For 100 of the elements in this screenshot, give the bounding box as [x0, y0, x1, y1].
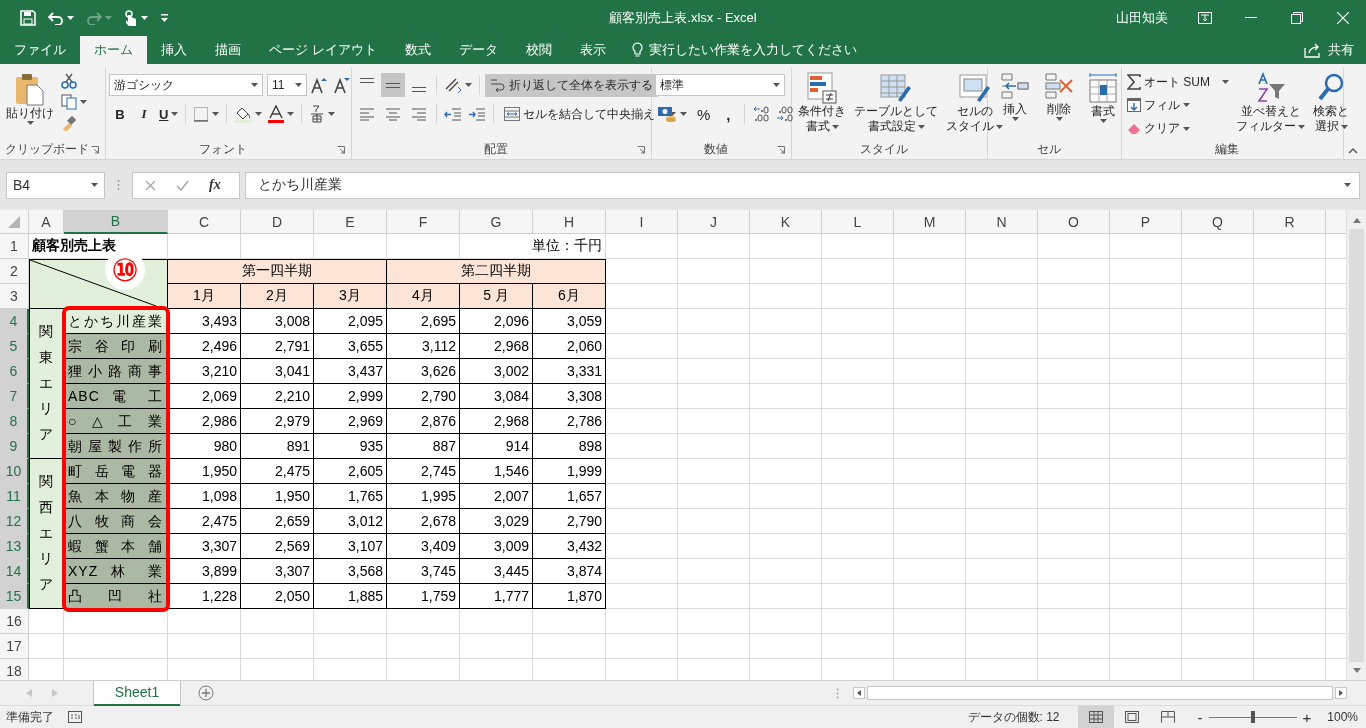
bold-button[interactable]: B [109, 104, 131, 124]
increase-indent-button[interactable] [466, 105, 488, 123]
customer-cell[interactable]: 狸小路商事 [64, 359, 168, 384]
ribbon-tab[interactable]: 描画 [201, 36, 255, 64]
font-color-button[interactable] [266, 103, 297, 125]
name-box[interactable]: B4 [6, 171, 105, 199]
number-format-dropdown[interactable]: 標準 [655, 74, 785, 96]
column-header[interactable]: M [894, 210, 966, 234]
customer-cell[interactable]: 八 牧 商 会 [64, 509, 168, 534]
row-header[interactable]: 4 [0, 309, 29, 334]
clear-button[interactable]: クリア [1125, 117, 1231, 140]
style-button[interactable]: 条件付き 書式 [795, 71, 849, 140]
row-header[interactable]: 7 [0, 384, 29, 409]
ribbon-tab[interactable]: データ [444, 36, 512, 64]
customer-cell[interactable]: 宗 谷 印 刷 [64, 334, 168, 359]
cells-button[interactable]: 挿入 [997, 71, 1033, 140]
column-header[interactable]: B [64, 210, 168, 234]
column-header[interactable]: H [533, 210, 606, 234]
row-header[interactable]: 8 [0, 409, 29, 434]
scroll-thumb[interactable] [867, 686, 1333, 700]
customer-cell[interactable]: ○ △ 工 業 [64, 409, 168, 434]
share-button[interactable]: 共有 [1302, 36, 1356, 64]
dialog-launcher-icon[interactable] [337, 146, 345, 154]
save-button[interactable] [18, 8, 38, 28]
scroll-left-icon[interactable] [853, 687, 865, 699]
column-header[interactable]: J [678, 210, 750, 234]
row-header[interactable]: 18 [0, 659, 29, 680]
ribbon-tab[interactable]: 表示 [565, 36, 620, 64]
row-header[interactable]: 12 [0, 509, 29, 534]
column-header[interactable]: D [241, 210, 314, 234]
dialog-launcher-icon[interactable] [91, 146, 99, 154]
enter-check-icon[interactable] [176, 179, 189, 191]
ribbon-tab[interactable]: 挿入 [147, 36, 201, 64]
row-header[interactable]: 3 [0, 284, 29, 309]
autosum-button[interactable]: オート SUM [1125, 71, 1231, 94]
column-header[interactable]: I [606, 210, 678, 234]
dialog-launcher-icon[interactable] [637, 146, 645, 154]
row-header[interactable]: 10 [0, 459, 29, 484]
column-header[interactable]: K [750, 210, 822, 234]
customer-cell[interactable]: 町 岳 電 器 [64, 459, 168, 484]
undo-button[interactable] [46, 9, 76, 27]
italic-button[interactable]: I [133, 104, 155, 124]
style-button[interactable]: テーブルとして 書式設定 [851, 71, 941, 140]
sort-filter-button[interactable]: 並べ替えと フィルター [1233, 71, 1308, 140]
font-size-dropdown[interactable]: 11 [267, 74, 307, 96]
cells-button[interactable]: 書式 [1085, 71, 1121, 140]
scroll-down-icon[interactable] [1352, 668, 1361, 673]
add-sheet-icon[interactable] [198, 685, 214, 701]
customer-cell[interactable]: 朝屋製作所 [64, 434, 168, 459]
row-header[interactable]: 14 [0, 559, 29, 584]
column-header[interactable]: O [1038, 210, 1110, 234]
ribbon-tab[interactable]: 数式 [390, 36, 445, 64]
row-header[interactable]: 16 [0, 609, 29, 634]
row-header[interactable]: 5 [0, 334, 29, 359]
column-header[interactable]: E [314, 210, 387, 234]
row-header[interactable]: 9 [0, 434, 29, 459]
column-header[interactable]: P [1110, 210, 1182, 234]
row-header[interactable]: 1 [0, 234, 29, 259]
column-header[interactable]: A [29, 210, 64, 234]
customer-cell[interactable]: 魚 本 物 産 [64, 484, 168, 509]
zoom-slider-thumb[interactable] [1250, 710, 1255, 723]
row-header[interactable]: 13 [0, 534, 29, 559]
tell-me-field[interactable]: 実行したい作業を入力してください [623, 36, 865, 64]
customer-cell[interactable]: ABC 電 工 [64, 384, 168, 409]
row-header[interactable]: 11 [0, 484, 29, 509]
vertical-align-button[interactable] [381, 73, 405, 97]
font-name-dropdown[interactable]: 游ゴシック [109, 74, 263, 96]
underline-button[interactable]: U [157, 104, 181, 124]
ribbon-tab[interactable]: 校閲 [511, 36, 566, 64]
ribbon-tab[interactable]: ページ レイアウト [255, 36, 391, 64]
wrap-text-button[interactable]: 折り返して全体を表示する [485, 73, 658, 97]
column-header[interactable]: N [966, 210, 1038, 234]
percent-button[interactable]: % [691, 105, 717, 123]
ribbon-tab[interactable]: ファイル [0, 36, 80, 64]
row-header[interactable]: 15 [0, 584, 29, 609]
view-button[interactable] [1077, 706, 1114, 728]
customize-button[interactable] [158, 12, 171, 24]
insert-function-button[interactable]: fx [209, 177, 221, 193]
column-header[interactable]: R [1254, 210, 1326, 234]
borders-button[interactable] [191, 104, 222, 124]
column-header[interactable]: G [460, 210, 533, 234]
column-header[interactable]: C [168, 210, 241, 234]
decrease-indent-button[interactable] [442, 105, 464, 123]
collapse-ribbon-icon[interactable] [1348, 148, 1358, 154]
sheet-tab[interactable]: Sheet1 [94, 680, 180, 706]
dialog-launcher-icon[interactable] [777, 146, 785, 154]
scroll-right-icon[interactable] [1335, 687, 1347, 699]
scroll-up-icon[interactable] [1352, 218, 1361, 223]
zoom-out-button[interactable]: - [1195, 706, 1205, 728]
ribbon-tab[interactable]: ホーム [80, 36, 147, 64]
merge-center-button[interactable]: セルを結合して中央揃え [499, 102, 681, 126]
macro-record-icon[interactable] [68, 711, 82, 723]
row-header[interactable]: 17 [0, 634, 29, 659]
formula-field[interactable]: とかち川産業 [245, 171, 1360, 199]
currency-button[interactable] [655, 104, 689, 124]
customer-cell[interactable]: 蝦 蟹 本 舗 [64, 534, 168, 559]
comma-button[interactable]: , [718, 105, 739, 123]
paste-button[interactable]: 貼り付け [3, 71, 57, 140]
row-header[interactable]: 6 [0, 359, 29, 384]
copy-button[interactable] [59, 92, 89, 112]
